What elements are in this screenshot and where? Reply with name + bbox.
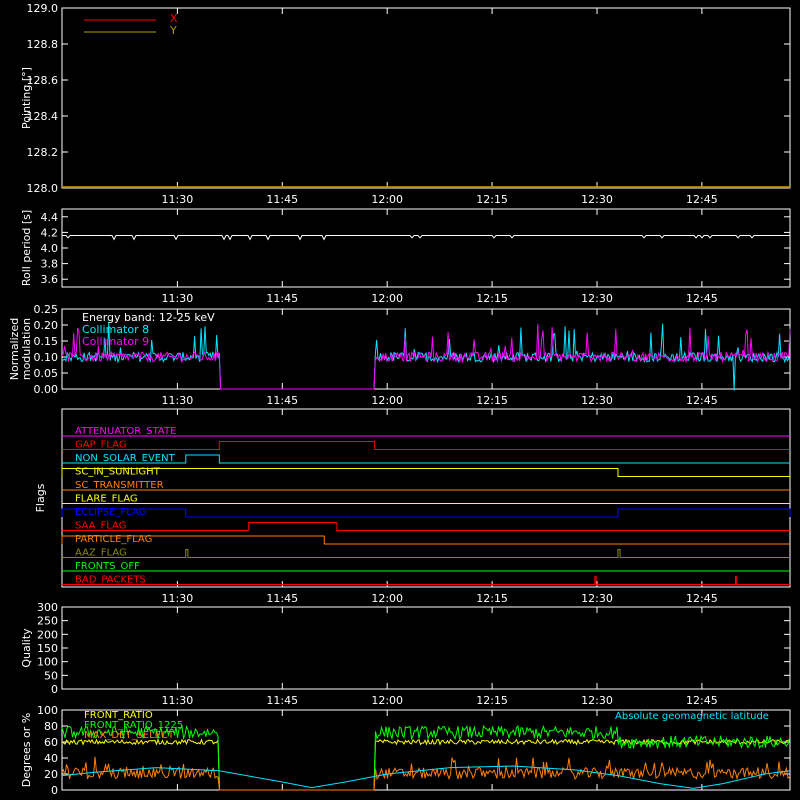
y-tick-label: 200 [37, 628, 58, 641]
y-tick-label: 150 [37, 642, 58, 655]
x-tick-label: 12:15 [476, 292, 508, 305]
y-tick-label: 0.10 [34, 351, 59, 364]
y-axis-title: modulation [20, 318, 33, 380]
x-tick-label: 12:45 [686, 592, 718, 605]
x-tick-label: 11:45 [266, 292, 298, 305]
x-tick-label: 12:30 [581, 193, 613, 206]
flag-label: NON_SOLAR_EVENT [75, 453, 176, 464]
y-tick-label: 300 [37, 601, 58, 614]
y-tick-label: 40 [44, 752, 58, 765]
y-tick-label: 0.25 [34, 303, 59, 316]
y-axis-title: Pointing [°] [20, 67, 33, 129]
y-tick-label: 250 [37, 615, 58, 628]
flag-label: ATTENUATOR_STATE [75, 426, 176, 437]
legend-label: MAX_DET_SELECT [84, 730, 175, 741]
flag-label: FRONTS_OFF [75, 561, 140, 572]
x-tick-label: 12:30 [581, 592, 613, 605]
x-tick-label: 12:45 [686, 193, 718, 206]
x-tick-label: 12:45 [686, 292, 718, 305]
y-tick-label: 100 [37, 704, 58, 717]
x-tick-label: 12:30 [581, 394, 613, 407]
x-tick-label: 11:45 [266, 193, 298, 206]
x-tick-label: 11:30 [162, 592, 194, 605]
y-tick-label: 128.2 [27, 146, 59, 159]
y-axis-title: Roll period [s] [20, 210, 33, 286]
x-tick-label: 12:45 [686, 394, 718, 407]
flag-label: SAA_FLAG [75, 521, 126, 532]
x-tick-label: 12:45 [686, 694, 718, 707]
y-tick-label: 60 [44, 736, 58, 749]
y-tick-label: 4.4 [41, 211, 59, 224]
x-tick-label: 12:15 [476, 694, 508, 707]
y-tick-label: 0.20 [34, 319, 59, 332]
x-tick-label: 12:00 [371, 592, 403, 605]
flag-label: GAP_FLAG [75, 440, 127, 451]
x-tick-label: 11:45 [266, 592, 298, 605]
legend-label: Y [169, 24, 177, 37]
x-tick-label: 12:00 [371, 694, 403, 707]
figure: 11:30 11:45 12:00 12:15 12:30 12:45 128.0 128.2… [0, 0, 800, 800]
x-tick-label: 12:00 [371, 292, 403, 305]
y-tick-label: 4.0 [41, 242, 59, 255]
y-tick-label: 3.8 [41, 258, 59, 271]
flag-label: BAD_PACKETS [75, 575, 146, 586]
y-tick-label: 20 [44, 768, 58, 781]
y-tick-label: 0 [51, 784, 58, 797]
y-tick-label: 0 [51, 683, 58, 696]
y-axis-title: Degrees or % [20, 713, 33, 787]
x-tick-label: 11:45 [266, 694, 298, 707]
x-tick-label: 12:30 [581, 694, 613, 707]
y-tick-label: 0.05 [34, 367, 59, 380]
y-tick-label: 100 [37, 656, 58, 669]
x-tick-label: 11:30 [162, 394, 194, 407]
y-tick-label: 0.15 [34, 335, 59, 348]
y-tick-label: 4.2 [41, 226, 59, 239]
y-tick-label: 80 [44, 720, 58, 733]
y-axis-title: Flags [34, 483, 47, 512]
x-tick-label: 12:00 [371, 394, 403, 407]
x-tick-label: 11:30 [162, 694, 194, 707]
y-axis-title: Quality [20, 628, 33, 668]
annotation: Absolute geomagnetic latitude [615, 711, 769, 722]
x-tick-label: 12:15 [476, 592, 508, 605]
x-tick-label: 12:15 [476, 193, 508, 206]
x-tick-label: 12:00 [371, 193, 403, 206]
flag-label: FLARE_FLAG [75, 494, 138, 505]
y-tick-label: 3.6 [41, 273, 59, 286]
legend-label: Collimator 9 [82, 335, 149, 348]
y-tick-label: 50 [44, 669, 58, 682]
flag-label: AAZ_FLAG [75, 548, 127, 559]
x-tick-label: 11:45 [266, 394, 298, 407]
y-tick-label: 129.0 [27, 2, 59, 15]
x-tick-label: 12:15 [476, 394, 508, 407]
y-tick-label: 128.0 [27, 182, 59, 195]
flag-label: SC_TRANSMITTER [75, 480, 164, 491]
x-tick-label: 12:30 [581, 292, 613, 305]
x-tick-label: 11:30 [162, 193, 194, 206]
y-tick-label: 128.8 [27, 38, 59, 51]
y-tick-label: 0.00 [34, 383, 59, 396]
x-tick-label: 11:30 [162, 292, 194, 305]
